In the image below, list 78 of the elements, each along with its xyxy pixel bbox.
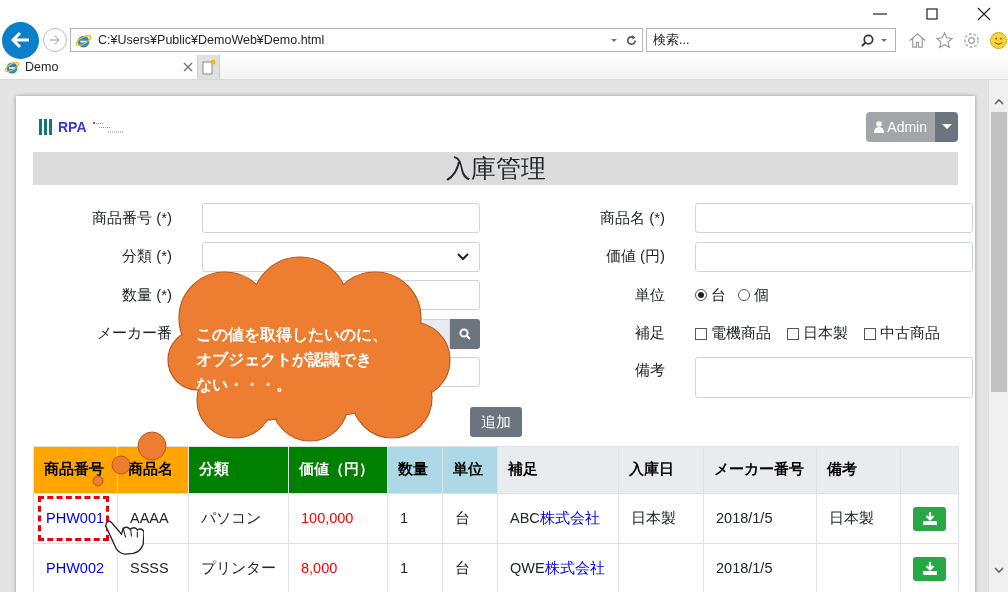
field-label: メーカー番: [96, 323, 172, 344]
maximize-icon[interactable]: [924, 5, 940, 22]
select-field[interactable]: [202, 241, 480, 272]
tooltip-text: オブジェクトが認識でき: [196, 350, 373, 370]
company-link[interactable]: 株式会社: [539, 509, 600, 526]
field-label: 分類 (*): [121, 246, 172, 267]
table-cell: パソコン: [188, 493, 289, 544]
company-prefix: ABC: [510, 509, 540, 526]
input-field[interactable]: [695, 203, 973, 233]
search-button[interactable]: [450, 318, 480, 349]
column-header: メーカー番号: [703, 446, 817, 494]
search-icon: [459, 327, 471, 340]
dropdown-toggle[interactable]: [935, 112, 958, 142]
input-field[interactable]: [202, 203, 480, 233]
user-icon: [874, 121, 885, 133]
field-label: 商品名 (*): [599, 207, 665, 228]
column-header: 補足: [497, 446, 619, 494]
settings-icon[interactable]: [962, 30, 981, 50]
checkbox[interactable]: [864, 327, 876, 340]
company-prefix: QWE: [510, 559, 545, 576]
field-label: 備考: [634, 360, 665, 380]
column-header: 商品番号: [33, 446, 118, 494]
search-bar[interactable]: 検索...: [646, 28, 896, 52]
table-cell: 日本製: [816, 493, 901, 544]
column-header: 入庫日: [618, 446, 704, 494]
search-icon[interactable]: [860, 32, 875, 48]
radio-label: 台: [711, 284, 726, 305]
address-bar[interactable]: C:¥Users¥Public¥DemoWeb¥Demo.html: [70, 28, 643, 52]
back-button[interactable]: [2, 21, 39, 59]
table-cell: 日本製: [618, 493, 704, 544]
logo-text: RPA: [58, 117, 87, 137]
table-cell: 1: [387, 493, 443, 544]
field-label: 商品番号 (*): [91, 207, 172, 228]
column-header: 分類: [188, 446, 289, 494]
column-header: 備考: [816, 446, 901, 494]
home-icon[interactable]: [908, 30, 927, 50]
close-icon[interactable]: [976, 5, 992, 22]
download-button[interactable]: [913, 506, 946, 531]
column-header: 数量: [387, 446, 443, 494]
browser-tab[interactable]: Demo: [0, 55, 198, 79]
checkbox[interactable]: [695, 327, 707, 340]
new-page-icon: [201, 59, 216, 75]
download-button[interactable]: [913, 556, 946, 581]
scroll-down-icon[interactable]: [992, 564, 1005, 576]
radio-label: 個: [754, 284, 769, 305]
add-button[interactable]: 追加: [469, 407, 522, 437]
company-link[interactable]: 株式会社: [544, 559, 605, 576]
tooltip-text: この値を取得したいのに、: [196, 325, 388, 345]
refresh-icon[interactable]: [625, 33, 638, 47]
search-field[interactable]: 検索...: [653, 30, 856, 50]
checkbox-label: 日本製: [803, 323, 848, 344]
checkbox[interactable]: [787, 327, 799, 340]
checkbox-label: 中古商品: [880, 323, 940, 344]
field-label: 数量 (*): [121, 284, 172, 305]
table-cell: 100,000: [288, 493, 388, 544]
scrollbar-thumb[interactable]: [990, 112, 1007, 392]
smiley-icon[interactable]: [989, 30, 1008, 50]
page-icon: [4, 59, 20, 75]
column-header: 価値（円）: [288, 446, 388, 494]
download-icon: [922, 562, 937, 575]
logo-bars-icon: [39, 119, 52, 135]
field-label: 単位: [634, 284, 665, 305]
caret-icon: [941, 124, 952, 130]
star-icon[interactable]: [935, 30, 954, 50]
forward-arrow-icon: [48, 33, 62, 47]
logo-tagline-icon: [92, 121, 123, 133]
checkbox-label: 電機商品: [711, 323, 771, 344]
back-arrow-icon: [9, 29, 32, 51]
field-label: 価値 (円): [604, 246, 665, 267]
column-header: 単位: [442, 446, 498, 494]
chevron-down-icon: [457, 252, 469, 261]
table-cell: 台: [442, 493, 498, 544]
page-title: 入庫管理: [33, 152, 958, 185]
input-field[interactable]: [695, 241, 973, 272]
table-cell: 2018/1/5: [703, 493, 817, 544]
tooltip-text: ない・・・。: [196, 375, 293, 396]
field-label: 補足: [634, 323, 665, 344]
download-icon: [922, 512, 937, 525]
